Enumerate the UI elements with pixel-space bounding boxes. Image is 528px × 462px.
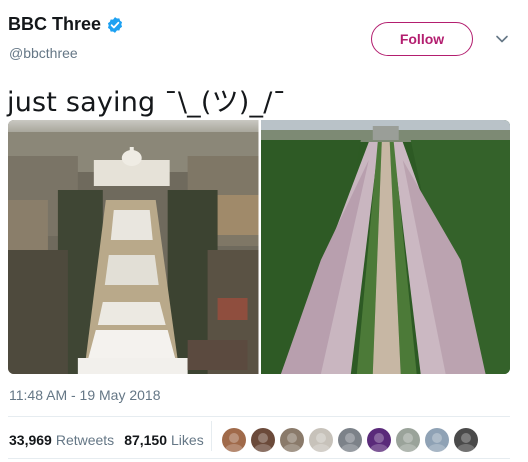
- account-name[interactable]: BBC Three: [8, 14, 101, 35]
- retweets-label: Retweets: [55, 432, 115, 448]
- divider-top: [8, 416, 510, 417]
- tweet-text: just saying ¯\_(ツ)_/¯: [7, 87, 287, 118]
- liker-avatar[interactable]: [280, 428, 304, 452]
- follow-button[interactable]: Follow: [371, 22, 473, 56]
- retweets-count: 33,969: [9, 432, 52, 448]
- liker-avatar[interactable]: [309, 428, 333, 452]
- likes-stat[interactable]: 87,150 Likes: [124, 432, 204, 448]
- liker-avatar[interactable]: [425, 428, 449, 452]
- chevron-down-icon[interactable]: [495, 32, 509, 46]
- tweet-media[interactable]: [8, 120, 510, 374]
- photo-inauguration-crowd[interactable]: [8, 120, 259, 374]
- likes-label: Likes: [171, 432, 204, 448]
- liker-avatar[interactable]: [367, 428, 391, 452]
- liker-avatar[interactable]: [251, 428, 275, 452]
- account-name-row[interactable]: BBC Three: [8, 14, 124, 35]
- liker-avatars: [222, 428, 483, 452]
- liker-avatar[interactable]: [396, 428, 420, 452]
- stats-separator: [211, 421, 212, 451]
- liker-avatar[interactable]: [222, 428, 246, 452]
- photo-royal-wedding-crowd[interactable]: [260, 120, 511, 374]
- tweet-stats: 33,969 Retweets 87,150 Likes: [9, 432, 204, 448]
- tweet-timestamp[interactable]: 11:48 AM - 19 May 2018: [9, 387, 161, 403]
- retweets-stat[interactable]: 33,969 Retweets: [9, 432, 114, 448]
- divider-bottom: [8, 458, 510, 459]
- liker-avatar[interactable]: [338, 428, 362, 452]
- likes-count: 87,150: [124, 432, 168, 448]
- liker-avatar[interactable]: [454, 428, 478, 452]
- account-handle[interactable]: @bbcthree: [9, 45, 78, 61]
- verified-badge-icon: [107, 16, 123, 33]
